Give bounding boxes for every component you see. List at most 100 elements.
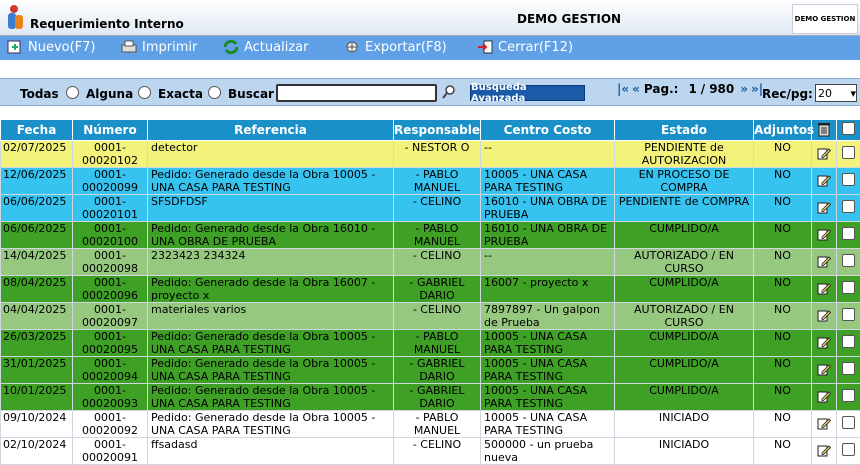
- row-checkbox[interactable]: [842, 335, 855, 348]
- cell-responsable: - PABLO MANUEL: [393, 410, 481, 438]
- cell-adjuntos: NO: [753, 329, 812, 357]
- edit-icon[interactable]: [817, 200, 831, 214]
- title-bar: Requerimiento Interno DEMO GESTION DEMO …: [0, 0, 860, 36]
- edit-icon[interactable]: [817, 308, 831, 322]
- nuevo-label: Nuevo(F7): [28, 39, 96, 55]
- row-checkbox[interactable]: [842, 362, 855, 375]
- cell-edit[interactable]: [811, 275, 837, 303]
- cell-fecha: 26/03/2025: [0, 329, 73, 357]
- table-row[interactable]: 31/01/2025 0001-00020094 Pedido: Generado …: [0, 356, 860, 384]
- chevron-down-icon: ▾: [850, 86, 856, 100]
- edit-icon[interactable]: [817, 173, 831, 187]
- cell-estado: INICIADO: [614, 410, 754, 438]
- search-icon[interactable]: [441, 84, 457, 100]
- cell-select: [836, 248, 860, 276]
- header-delete[interactable]: [811, 119, 837, 141]
- table-row[interactable]: 08/04/2025 0001-00020096 Pedido: Generado …: [0, 275, 860, 303]
- cell-numero: 0001-00020102: [72, 140, 148, 168]
- cell-adjuntos: NO: [753, 356, 812, 384]
- edit-icon[interactable]: [817, 335, 831, 349]
- header-fecha[interactable]: Fecha: [0, 119, 73, 141]
- cell-referencia: Pedido: Generado desde la Obra 10005 - U…: [147, 167, 394, 195]
- row-checkbox[interactable]: [842, 416, 855, 429]
- page-total: 980: [709, 82, 735, 96]
- header-responsable[interactable]: Responsable: [393, 119, 481, 141]
- cell-centro-costo: 10005 - UNA CASA PARA TESTING: [480, 167, 615, 195]
- next-page-button[interactable]: »: [740, 82, 748, 96]
- row-checkbox[interactable]: [842, 227, 855, 240]
- header-centro-costo[interactable]: Centro Costo: [480, 119, 615, 141]
- alguna-radio[interactable]: [138, 86, 151, 99]
- table-header-row: Fecha Número Referencia Responsable Cent…: [0, 119, 860, 141]
- prev-page-button[interactable]: «: [632, 82, 640, 96]
- cell-select: [836, 410, 860, 438]
- cell-numero: 0001-00020092: [72, 410, 148, 438]
- table-row[interactable]: 02/07/2025 0001-00020102 detector - NESTOR …: [0, 140, 860, 168]
- exacta-radio[interactable]: [208, 86, 221, 99]
- table-row[interactable]: 14/04/2025 0001-00020098 2323423 234324- C…: [0, 248, 860, 276]
- cell-centro-costo: 10005 - UNA CASA PARA TESTING: [480, 329, 615, 357]
- select-all-checkbox[interactable]: [842, 122, 855, 135]
- cell-edit[interactable]: [811, 329, 837, 357]
- cerrar-button[interactable]: Cerrar(F12): [476, 39, 573, 55]
- cell-edit[interactable]: [811, 383, 837, 411]
- header-numero[interactable]: Número: [72, 119, 148, 141]
- cell-edit[interactable]: [811, 248, 837, 276]
- actualizar-button[interactable]: Actualizar: [222, 39, 308, 55]
- header-adjuntos[interactable]: Adjuntos: [753, 119, 814, 141]
- imprimir-button[interactable]: Imprimir: [120, 39, 197, 55]
- cell-edit[interactable]: [811, 302, 837, 330]
- cell-estado: CUMPLIDO/A: [614, 329, 754, 357]
- edit-icon[interactable]: [817, 443, 831, 457]
- advanced-search-button[interactable]: Busqueda Avanzada: [470, 82, 585, 104]
- cerrar-label: Cerrar(F12): [498, 39, 574, 55]
- edit-icon[interactable]: [817, 281, 831, 295]
- table-row[interactable]: 12/06/2025 0001-00020099 Pedido: Generado …: [0, 167, 860, 195]
- row-checkbox[interactable]: [842, 146, 855, 159]
- cell-edit[interactable]: [811, 167, 837, 195]
- search-bar: Todas Alguna Exacta Buscar Busqueda Avan…: [0, 78, 860, 106]
- cell-edit[interactable]: [811, 140, 837, 168]
- table-row[interactable]: 26/03/2025 0001-00020095 Pedido: Generado …: [0, 329, 860, 357]
- row-checkbox[interactable]: [842, 281, 855, 294]
- edit-icon[interactable]: [817, 227, 831, 241]
- header-select-all[interactable]: [836, 119, 860, 141]
- table-row[interactable]: 06/06/2025 0001-00020101 SFSDFDSF - CELINO 1…: [0, 194, 860, 222]
- edit-icon[interactable]: [817, 389, 831, 403]
- cell-numero: 0001-00020091: [72, 437, 148, 465]
- edit-icon[interactable]: [817, 254, 831, 268]
- search-input[interactable]: [276, 84, 437, 102]
- header-estado[interactable]: Estado: [614, 119, 754, 141]
- cell-numero: 0001-00020094: [72, 356, 148, 384]
- edit-icon[interactable]: [817, 416, 831, 430]
- table-row[interactable]: 06/06/2025 0001-00020100 Pedido: Generado …: [0, 221, 860, 249]
- edit-icon[interactable]: [817, 362, 831, 376]
- row-checkbox[interactable]: [842, 389, 855, 402]
- row-checkbox[interactable]: [842, 308, 855, 321]
- exportar-button[interactable]: Exportar(F8): [343, 39, 447, 55]
- cell-edit[interactable]: [811, 194, 837, 222]
- cell-edit[interactable]: [811, 221, 837, 249]
- cell-estado: AUTORIZADO / EN CURSO: [614, 302, 754, 330]
- recpg-select[interactable]: 20 ▾: [815, 84, 857, 102]
- row-checkbox[interactable]: [842, 443, 855, 456]
- first-page-button[interactable]: |«: [617, 82, 629, 96]
- cell-centro-costo: --: [480, 248, 615, 276]
- cell-edit[interactable]: [811, 437, 837, 465]
- edit-icon[interactable]: [817, 146, 831, 160]
- nuevo-button[interactable]: Nuevo(F7): [6, 39, 96, 55]
- header-referencia[interactable]: Referencia: [147, 119, 394, 141]
- cell-fecha: 31/01/2025: [0, 356, 73, 384]
- row-checkbox[interactable]: [842, 173, 855, 186]
- table-row[interactable]: 04/04/2025 0001-00020097 materiales varios…: [0, 302, 860, 330]
- cell-edit[interactable]: [811, 356, 837, 384]
- todas-radio[interactable]: [66, 86, 79, 99]
- table-row[interactable]: 09/10/2024 0001-00020092 Pedido: Generado …: [0, 410, 860, 438]
- cell-edit[interactable]: [811, 410, 837, 438]
- row-checkbox[interactable]: [842, 200, 855, 213]
- table-row[interactable]: 02/10/2024 0001-00020091 ffsadasd - CELINO 5…: [0, 437, 860, 465]
- row-checkbox[interactable]: [842, 254, 855, 267]
- cell-referencia: detector: [147, 140, 394, 168]
- cell-referencia: Pedido: Generado desde la Obra 10005 - U…: [147, 410, 394, 438]
- table-row[interactable]: 10/01/2025 0001-00020093 Pedido: Generado …: [0, 383, 860, 411]
